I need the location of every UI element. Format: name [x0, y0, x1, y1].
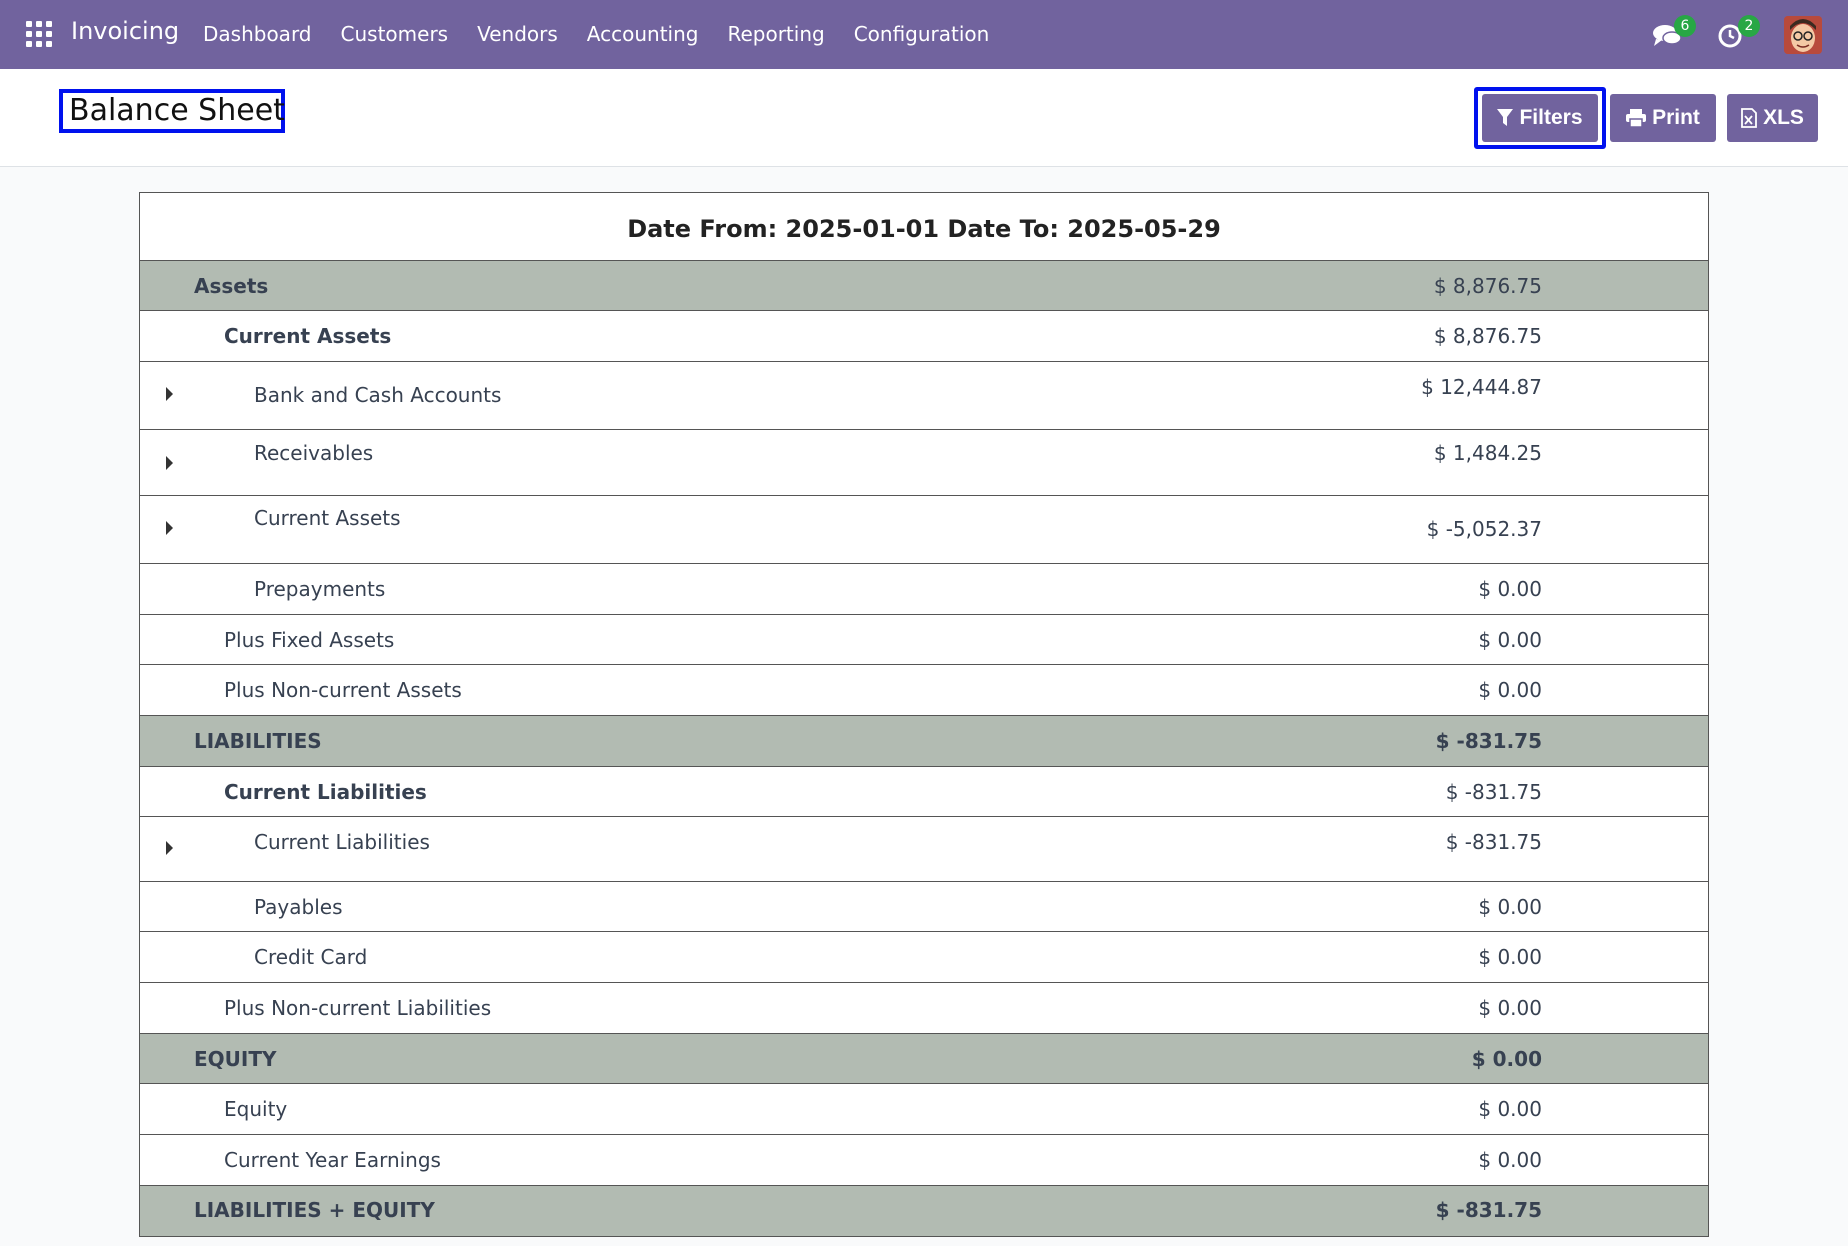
printer-icon	[1626, 109, 1647, 127]
app-menu-grid-icon[interactable]	[26, 21, 52, 47]
page-title: Balance Sheet	[59, 89, 285, 133]
report-row-fixed-assets: Plus Fixed Assets $ 0.00	[140, 615, 1708, 665]
menu-customers[interactable]: Customers	[341, 22, 449, 46]
menu-configuration[interactable]: Configuration	[854, 22, 990, 46]
menu-reporting[interactable]: Reporting	[727, 22, 824, 46]
report-row-liabilities-plus-equity: LIABILITIES + EQUITY $ -831.75	[140, 1186, 1708, 1236]
report-row-current-assets: Current Assets $ 8,876.75	[140, 311, 1708, 362]
expand-caret-icon[interactable]	[166, 387, 173, 401]
activities-button[interactable]: 2	[1718, 15, 1760, 51]
print-button-label: Print	[1652, 106, 1700, 129]
balance-sheet-report: Date From: 2025-01-01 Date To: 2025-05-2…	[139, 192, 1709, 1237]
report-row-equity: Equity $ 0.00	[140, 1084, 1708, 1135]
expand-caret-icon[interactable]	[166, 521, 173, 535]
expand-caret-icon[interactable]	[166, 456, 173, 470]
filter-icon	[1497, 109, 1514, 126]
report-row-non-current-assets: Plus Non-current Assets $ 0.00	[140, 665, 1708, 716]
messages-count-badge: 6	[1674, 15, 1696, 37]
print-button[interactable]: Print	[1610, 94, 1716, 142]
filters-button-label: Filters	[1519, 106, 1583, 129]
report-row-prepayments: Prepayments $ 0.00	[140, 564, 1708, 615]
menu-dashboard[interactable]: Dashboard	[203, 22, 312, 46]
report-row-payables: Payables $ 0.00	[140, 882, 1708, 932]
report-row-bank-cash[interactable]: Bank and Cash Accounts $ 12,444.87	[140, 362, 1708, 430]
report-row-credit-card: Credit Card $ 0.00	[140, 932, 1708, 983]
menu-vendors[interactable]: Vendors	[477, 22, 558, 46]
report-row-equity-section: EQUITY $ 0.00	[140, 1034, 1708, 1084]
report-date-range: Date From: 2025-01-01 Date To: 2025-05-2…	[140, 193, 1708, 261]
report-row-receivables[interactable]: Receivables $ 1,484.25	[140, 430, 1708, 496]
report-row-current-assets-detail[interactable]: Current Assets $ -5,052.37	[140, 496, 1708, 564]
report-row-current-year-earnings: Current Year Earnings $ 0.00	[140, 1135, 1708, 1186]
excel-file-icon	[1741, 108, 1757, 128]
report-row-liabilities: LIABILITIES $ -831.75	[140, 716, 1708, 767]
filters-button[interactable]: Filters	[1482, 94, 1598, 142]
report-row-current-liabilities-detail[interactable]: Current Liabilities $ -831.75	[140, 817, 1708, 882]
xls-export-button[interactable]: XLS	[1727, 94, 1818, 142]
activities-count-badge: 2	[1738, 15, 1760, 37]
menu-accounting[interactable]: Accounting	[587, 22, 699, 46]
user-avatar[interactable]	[1784, 16, 1822, 54]
expand-caret-icon[interactable]	[166, 841, 173, 855]
report-row-non-current-liabilities: Plus Non-current Liabilities $ 0.00	[140, 983, 1708, 1034]
xls-button-label: XLS	[1763, 106, 1804, 129]
app-name[interactable]: Invoicing	[71, 17, 179, 45]
main-menu: Dashboard Customers Vendors Accounting R…	[203, 22, 1018, 46]
report-row-assets: Assets $ 8,876.75	[140, 261, 1708, 311]
top-navbar: Invoicing Dashboard Customers Vendors Ac…	[0, 0, 1848, 69]
report-row-current-liabilities: Current Liabilities $ -831.75	[140, 767, 1708, 817]
messages-button[interactable]: 6	[1652, 15, 1696, 51]
